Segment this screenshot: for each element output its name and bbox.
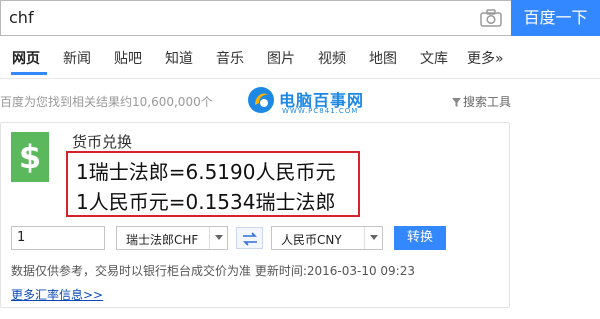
more-rates-link[interactable]: 更多汇率信息>> <box>11 286 103 303</box>
convert-button[interactable]: 转换 <box>394 226 446 250</box>
amount-input[interactable]: 1 <box>11 226 105 250</box>
amount-value: 1 <box>17 230 26 245</box>
from-currency-value: 瑞士法郎CHF <box>126 233 199 247</box>
rate-line-cny-to-chf: 1人民币元=0.1534瑞士法郎 <box>76 190 336 214</box>
tabs-divider <box>0 78 600 79</box>
tab-news[interactable]: 新闻 <box>63 49 91 69</box>
tab-tieba[interactable]: 贴吧 <box>114 49 142 69</box>
card-title: 货币兑换 <box>72 133 133 151</box>
watermark-logo-icon <box>246 85 276 115</box>
watermark-subtitle: WWW.PC841.COM <box>282 107 359 115</box>
to-currency-value: 人民币CNY <box>281 233 342 247</box>
currency-icon: $ <box>11 132 49 182</box>
tab-images[interactable]: 图片 <box>267 49 295 69</box>
camera-icon[interactable] <box>480 9 502 27</box>
tab-more[interactable]: 更多» <box>467 49 504 69</box>
search-button[interactable]: 百度一下 <box>511 0 600 36</box>
to-currency-select[interactable]: 人民币CNY <box>271 226 383 250</box>
tab-map[interactable]: 地图 <box>369 49 397 69</box>
exchange-rate-highlight: 1瑞士法郎=6.5190人民币元 1人民币元=0.1534瑞士法郎 <box>66 151 360 217</box>
from-currency-select[interactable]: 瑞士法郎CHF <box>116 226 228 250</box>
search-input[interactable]: chf <box>0 0 511 36</box>
swap-currency-button[interactable] <box>236 227 263 249</box>
chevron-down-icon <box>209 227 227 249</box>
tab-web[interactable]: 网页 <box>12 49 40 69</box>
chevron-down-icon <box>364 227 382 249</box>
search-tools-button[interactable]: 搜索工具 <box>452 93 511 110</box>
active-tab-indicator <box>11 72 47 75</box>
search-tools-label: 搜索工具 <box>463 95 512 109</box>
tab-music[interactable]: 音乐 <box>216 49 244 69</box>
tab-video[interactable]: 视频 <box>318 49 346 69</box>
swap-arrows-icon <box>243 232 257 246</box>
rate-line-chf-to-cny: 1瑞士法郎=6.5190人民币元 <box>76 160 336 184</box>
result-count: 百度为您找到相关结果约10,600,000个 <box>0 95 213 109</box>
tab-wenku[interactable]: 文库 <box>420 49 448 69</box>
funnel-icon <box>452 96 461 107</box>
search-query: chf <box>9 8 34 27</box>
search-tabs: 网页 新闻 贴吧 知道 音乐 图片 视频 地图 文库 更多» <box>0 49 600 79</box>
rate-disclaimer: 数据仅供参考，交易时以银行柜台成交价为准 更新时间:2016-03-10 09:… <box>11 264 415 278</box>
tab-zhidao[interactable]: 知道 <box>165 49 193 69</box>
